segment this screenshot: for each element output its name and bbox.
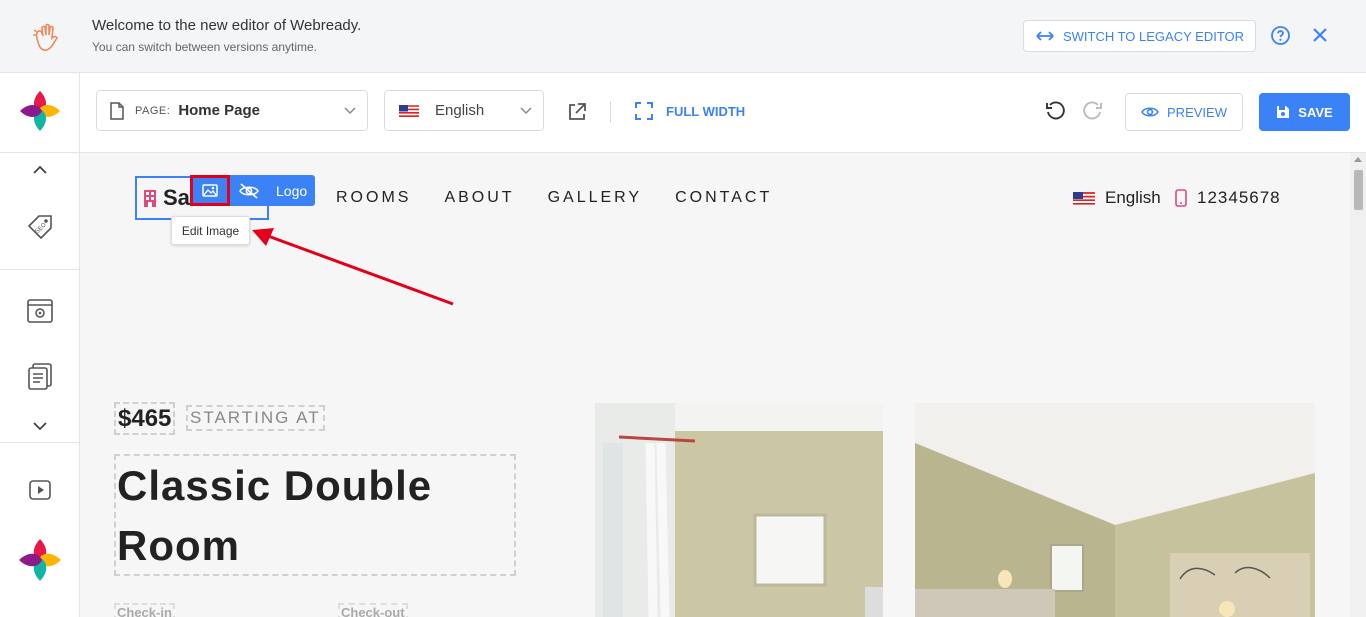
- banner-subtitle: You can switch between versions anytime.: [92, 40, 318, 54]
- page-file-icon: [110, 101, 124, 120]
- nav-item-contact[interactable]: CONTACT: [675, 189, 772, 207]
- preview-button[interactable]: PREVIEW: [1125, 93, 1243, 131]
- logo-toolbar-label: Logo: [276, 182, 308, 199]
- preview-label: PREVIEW: [1167, 104, 1227, 120]
- welcome-banner: Welcome to the new editor of Webready. Y…: [0, 0, 1366, 73]
- nav-item-rooms[interactable]: ROOMS: [336, 189, 411, 207]
- language-select[interactable]: English: [384, 90, 544, 131]
- page-select[interactable]: PAGE: Home Page: [96, 90, 368, 131]
- mobile-phone-icon: [1175, 189, 1187, 207]
- canvas-scrollbar[interactable]: [1350, 153, 1366, 617]
- editor-toolbar: PAGE: Home Page English FULL WIDTH PREVI…: [80, 73, 1366, 153]
- check-out-label[interactable]: Check-out: [338, 603, 408, 617]
- eye-icon: [1141, 107, 1159, 117]
- site-phone[interactable]: 12345678: [1175, 188, 1281, 208]
- check-in-label[interactable]: Check-in: [114, 603, 175, 617]
- room-price[interactable]: $465: [114, 402, 176, 435]
- full-width-label: FULL WIDTH: [666, 103, 746, 119]
- nav-item-about[interactable]: ABOUT: [444, 189, 514, 207]
- redo-icon[interactable]: [1082, 100, 1104, 122]
- close-icon[interactable]: [1310, 25, 1330, 45]
- room-title[interactable]: Classic Double Room: [114, 454, 516, 576]
- save-label: SAVE: [1298, 104, 1333, 120]
- switch-legacy-label: SWITCH TO LEGACY EDITOR: [1062, 28, 1245, 44]
- site-language-label: English: [1105, 188, 1161, 207]
- chevron-down-icon: [520, 107, 532, 115]
- chevron-up-icon[interactable]: [25, 155, 55, 185]
- site-settings-icon[interactable]: [25, 296, 55, 326]
- site-logo-text: Sa: [163, 185, 190, 210]
- language-select-value: English: [435, 102, 485, 119]
- room-title-line1: Classic Double: [117, 462, 433, 509]
- webready-brand-icon[interactable]: [17, 537, 63, 583]
- site-canvas[interactable]: Sa Logo Edit Image ROOMS ABOUT GALLERY C…: [80, 153, 1350, 617]
- save-button[interactable]: SAVE: [1259, 93, 1350, 131]
- seo-tag-icon[interactable]: SEO: [25, 212, 55, 242]
- switch-legacy-editor-button[interactable]: SWITCH TO LEGACY EDITOR: [1023, 20, 1256, 52]
- nav-item-gallery[interactable]: GALLERY: [548, 189, 643, 207]
- page-select-label: PAGE:: [135, 104, 171, 117]
- eye-slash-icon: [239, 182, 259, 199]
- logo-edit-toolbar: Logo: [190, 175, 315, 206]
- us-flag-icon: [399, 104, 419, 117]
- us-flag-icon: [1073, 191, 1095, 205]
- edit-image-button[interactable]: [190, 175, 230, 206]
- fullscreen-icon: [635, 102, 653, 120]
- image-icon: [202, 184, 218, 197]
- room-title-line2: Room: [117, 522, 240, 569]
- floppy-disk-icon: [1277, 106, 1290, 118]
- scroll-up-arrow-icon[interactable]: [1354, 157, 1362, 162]
- edit-image-tooltip: Edit Image: [171, 216, 250, 245]
- video-tutorial-icon[interactable]: [25, 475, 55, 505]
- full-width-button[interactable]: FULL WIDTH: [634, 101, 745, 121]
- left-sidebar: SEO: [0, 73, 80, 617]
- site-phone-number: 12345678: [1197, 188, 1281, 207]
- starting-at-label[interactable]: STARTING AT: [186, 405, 325, 431]
- pages-icon[interactable]: [25, 361, 55, 391]
- help-icon[interactable]: [1270, 25, 1291, 46]
- webready-logo-icon[interactable]: [18, 89, 62, 133]
- hotel-building-icon: [144, 190, 156, 207]
- site-language-switch[interactable]: English: [1073, 188, 1161, 208]
- page-select-value: Home Page: [178, 102, 261, 119]
- scrollbar-thumb[interactable]: [1354, 170, 1363, 210]
- room-photo-2[interactable]: [915, 403, 1315, 617]
- undo-icon[interactable]: [1044, 100, 1066, 122]
- hide-element-button[interactable]: [230, 175, 268, 206]
- chevron-down-icon: [344, 107, 356, 115]
- open-external-icon[interactable]: [566, 101, 588, 123]
- waving-hand-icon: [33, 23, 58, 51]
- site-navigation: ROOMS ABOUT GALLERY CONTACT: [336, 189, 772, 207]
- swap-arrows-icon: [1036, 31, 1054, 41]
- room-photo-1[interactable]: [595, 403, 883, 617]
- banner-title: Welcome to the new editor of Webready.: [92, 17, 362, 34]
- chevron-down-icon[interactable]: [25, 411, 55, 441]
